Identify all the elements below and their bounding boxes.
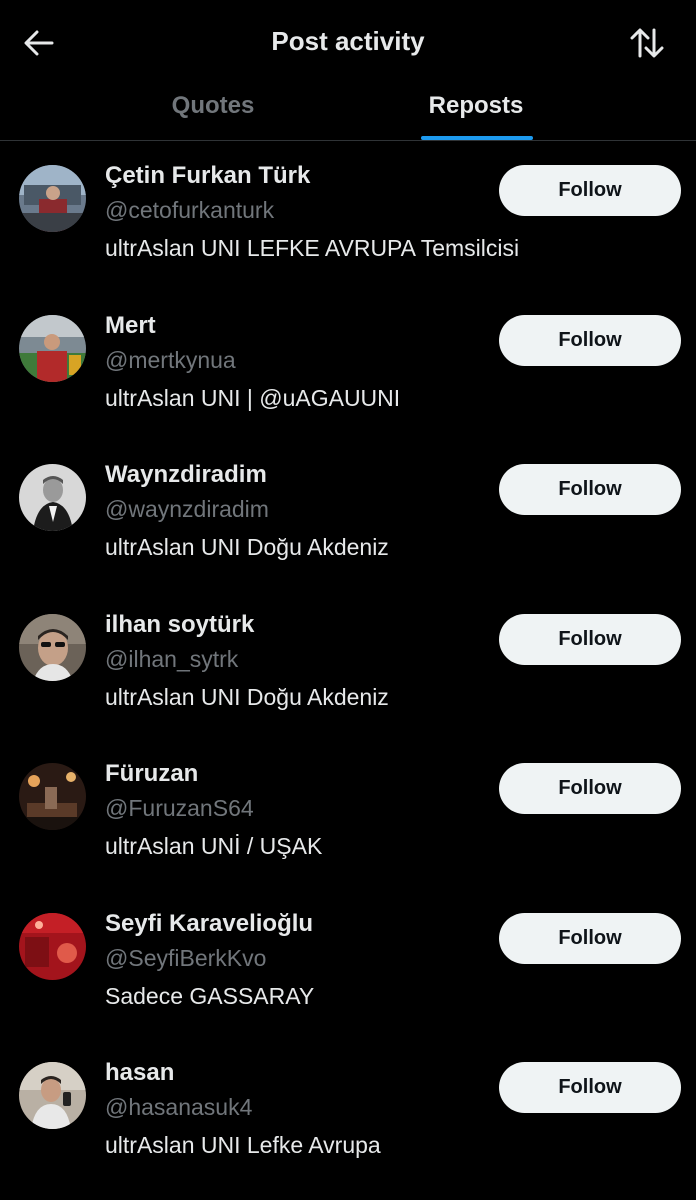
- tab-reposts-label: Reposts: [428, 92, 524, 119]
- user-row[interactable]: hasan @hasanasuk4 ultrAslan UNI Lefke Av…: [0, 1038, 696, 1188]
- user-row[interactable]: Seyfi Karavelioğlu @SeyfiBerkKvo Sadece …: [0, 889, 696, 1039]
- user-bio: ultrAslan UNI Doğu Akdeniz: [105, 534, 389, 560]
- user-row[interactable]: Waynzdiradim @waynzdiradim ultrAslan UNI…: [0, 440, 696, 590]
- tab-quotes-label: Quotes: [171, 92, 255, 119]
- sort-arrows-icon: [630, 28, 664, 58]
- user-name[interactable]: Çetin Furkan Türk: [105, 162, 310, 190]
- avatar[interactable]: [19, 165, 86, 232]
- user-handle[interactable]: @ilhan_sytrk: [105, 646, 238, 673]
- user-handle[interactable]: @FuruzanS64: [105, 795, 254, 822]
- follow-button[interactable]: Follow: [499, 165, 681, 216]
- user-bio: ultrAslan UNI | @uAGAUUNI: [105, 384, 401, 411]
- user-handle[interactable]: @cetofurkanturk: [105, 197, 274, 224]
- tab-reposts[interactable]: Reposts: [303, 84, 649, 140]
- user-bio: ultrAslan UNI Doğu Akdeniz: [105, 683, 389, 710]
- follow-button[interactable]: Follow: [499, 613, 681, 665]
- user-name[interactable]: ilhan soytürk: [105, 611, 254, 639]
- user-bio: Sadece GASSARAY: [105, 982, 315, 1009]
- avatar[interactable]: [19, 1062, 86, 1129]
- user-row[interactable]: Çetin Furkan Türk @cetofurkanturk ultrAs…: [0, 141, 696, 291]
- user-row[interactable]: Mert @mertkynua ultrAslan UNI | @uAGAUUN…: [0, 291, 696, 441]
- user-handle[interactable]: @mertkynua: [105, 347, 236, 374]
- follow-button[interactable]: Follow: [499, 464, 681, 515]
- user-bio: ultrAslan UNI Lefke Avrupa: [105, 1132, 381, 1158]
- follow-button[interactable]: Follow: [499, 912, 681, 964]
- tab-bar: Quotes Reposts: [0, 84, 696, 141]
- user-handle[interactable]: @SeyfiBerkKvo: [105, 945, 266, 972]
- avatar[interactable]: [19, 912, 86, 980]
- user-bio: ultrAslan UNİ / UŞAK: [105, 833, 323, 859]
- user-row[interactable]: Füruzan @FuruzanS64 ultrAslan UNİ / UŞAK…: [0, 739, 696, 889]
- avatar[interactable]: [19, 314, 86, 382]
- follow-button[interactable]: Follow: [499, 1062, 681, 1113]
- user-handle[interactable]: @hasanasuk4: [105, 1094, 252, 1121]
- avatar[interactable]: [19, 464, 86, 531]
- repost-user-list: Çetin Furkan Türk @cetofurkanturk ultrAs…: [0, 141, 696, 1188]
- user-name[interactable]: hasan: [105, 1059, 174, 1087]
- user-name[interactable]: Seyfi Karavelioğlu: [105, 910, 313, 938]
- user-bio: ultrAslan UNI LEFKE AVRUPA Temsilcisi: [105, 235, 520, 261]
- user-name[interactable]: Füruzan: [105, 760, 198, 788]
- follow-button[interactable]: Follow: [499, 763, 681, 814]
- sort-button[interactable]: [626, 22, 668, 64]
- user-handle[interactable]: @waynzdiradim: [105, 496, 269, 523]
- user-name[interactable]: Waynzdiradim: [105, 461, 267, 489]
- page-title: Post activity: [271, 26, 425, 56]
- follow-button[interactable]: Follow: [499, 314, 681, 366]
- avatar[interactable]: [19, 763, 86, 830]
- avatar[interactable]: [19, 613, 86, 681]
- top-bar: Post activity: [0, 0, 696, 84]
- user-row[interactable]: ilhan soytürk @ilhan_sytrk ultrAslan UNI…: [0, 590, 696, 740]
- user-name[interactable]: Mert: [105, 312, 156, 340]
- active-tab-indicator: [421, 136, 533, 140]
